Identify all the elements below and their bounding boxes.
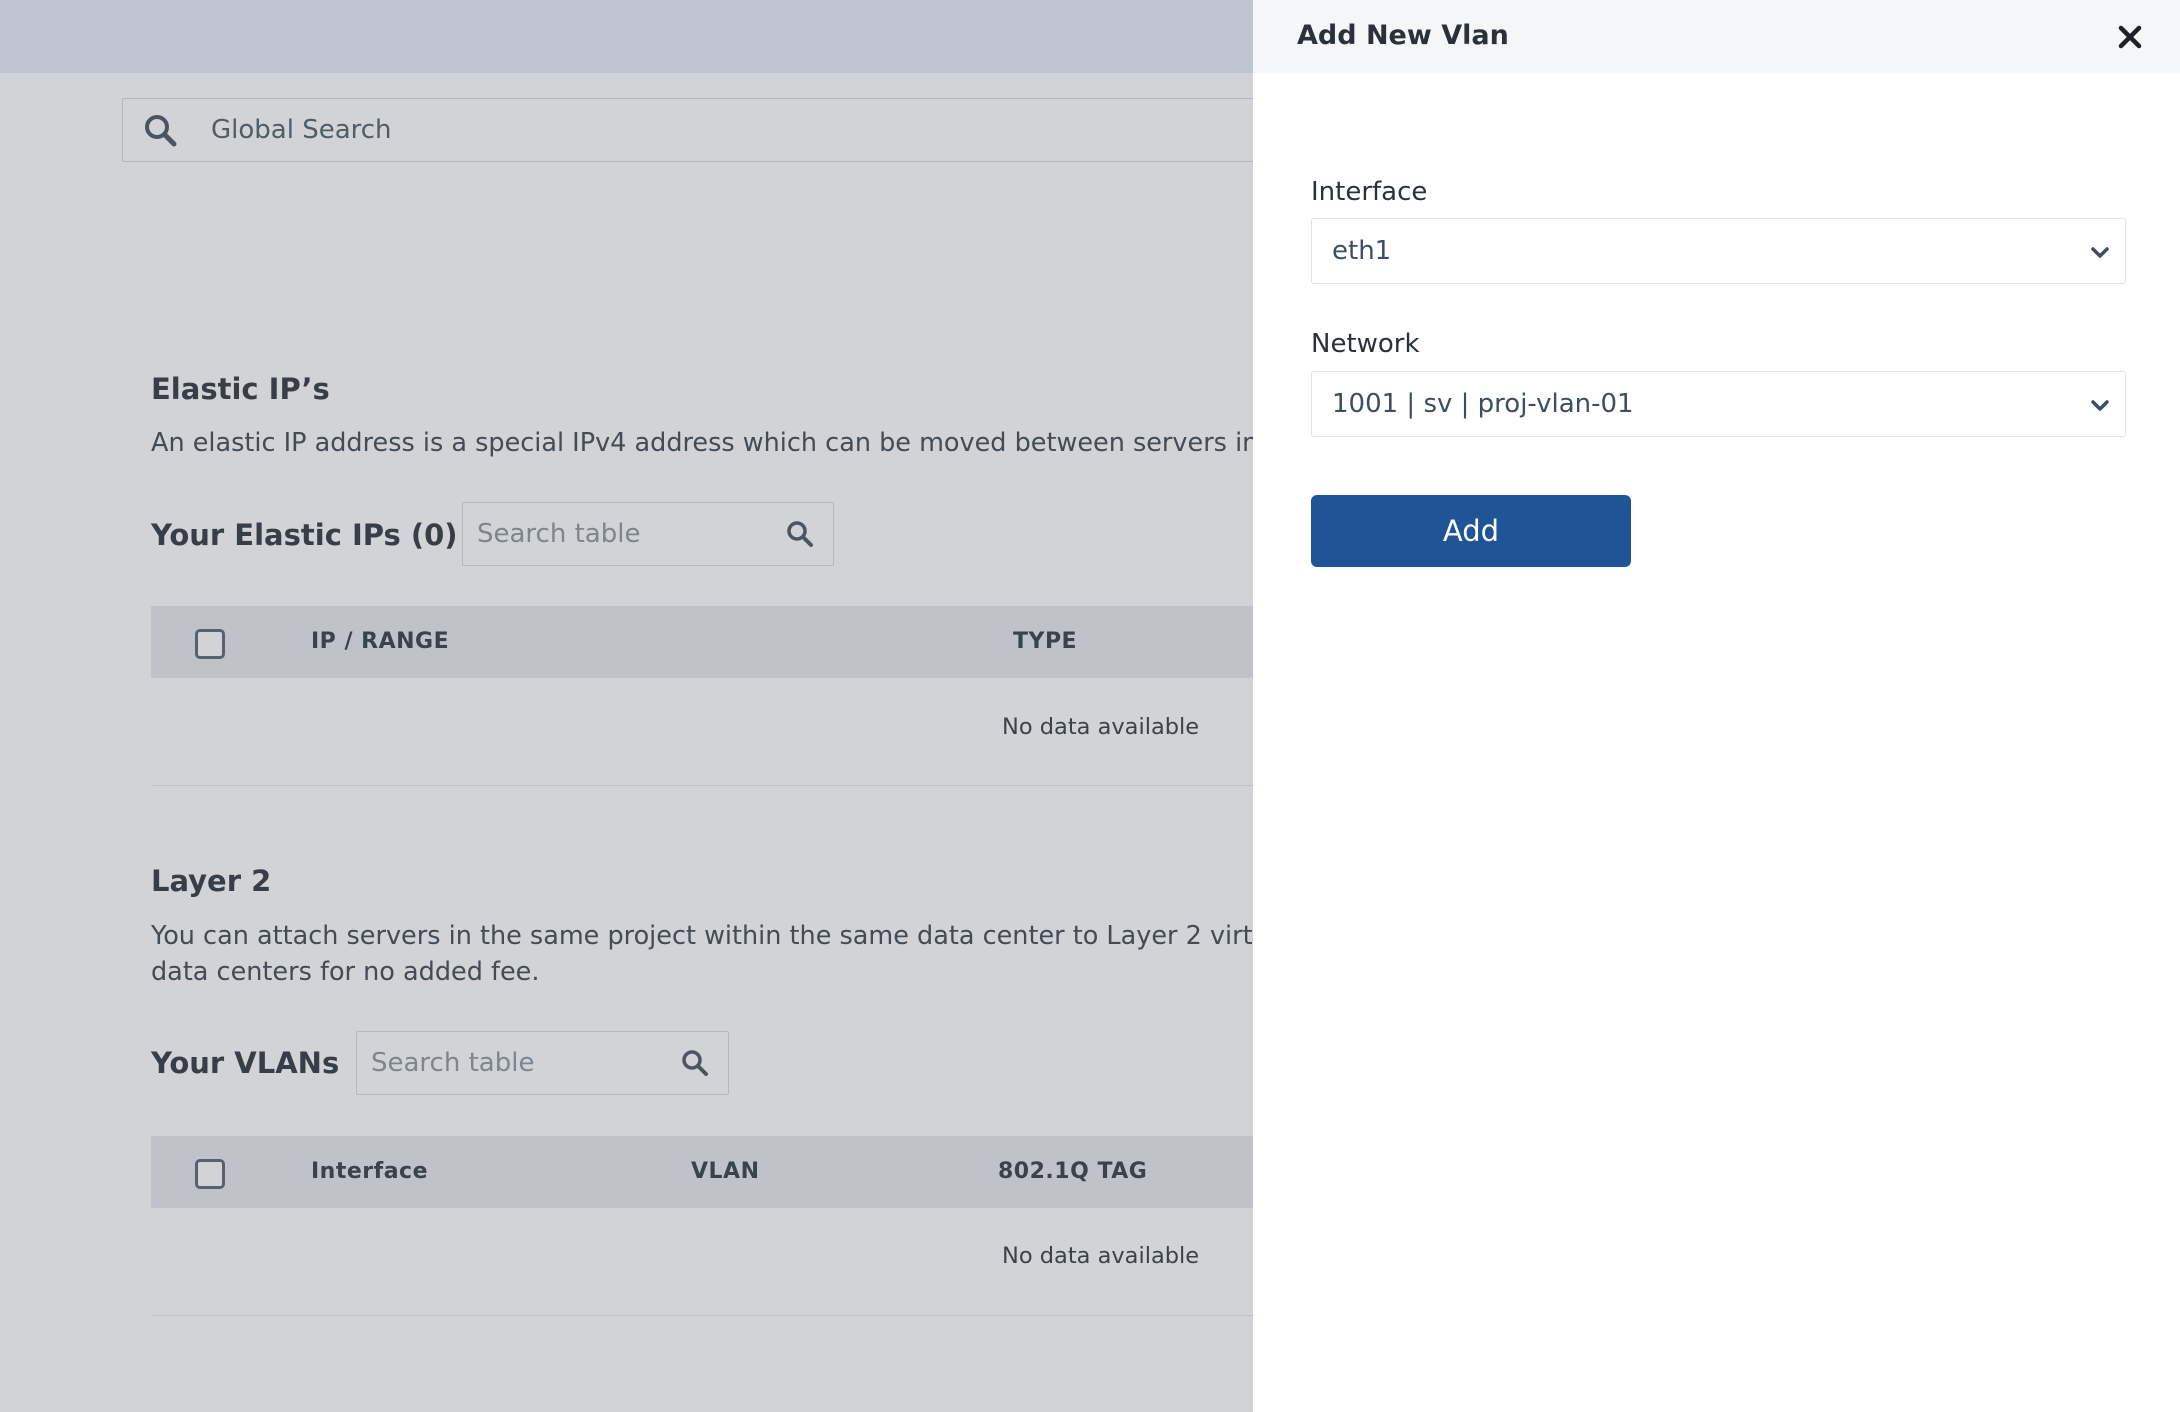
interface-select[interactable]: eth1 (1311, 218, 2126, 284)
chevron-down-icon (2091, 247, 2109, 258)
modal-overlay[interactable] (0, 0, 1253, 1412)
network-select[interactable]: 1001 | sv | proj-vlan-01 (1311, 371, 2126, 437)
chevron-down-icon (2091, 400, 2109, 411)
interface-selected-value: eth1 (1332, 236, 1392, 266)
close-icon[interactable] (2113, 20, 2147, 54)
network-label: Network (1311, 329, 1420, 359)
drawer-header: Add New Vlan (1253, 0, 2180, 73)
add-button[interactable]: Add (1311, 495, 1631, 567)
network-selected-value: 1001 | sv | proj-vlan-01 (1332, 389, 1634, 419)
drawer-title: Add New Vlan (1297, 20, 1509, 51)
interface-label: Interface (1311, 177, 1428, 207)
add-vlan-drawer: Add New Vlan Interface eth1 Network 1001… (1253, 0, 2180, 1412)
